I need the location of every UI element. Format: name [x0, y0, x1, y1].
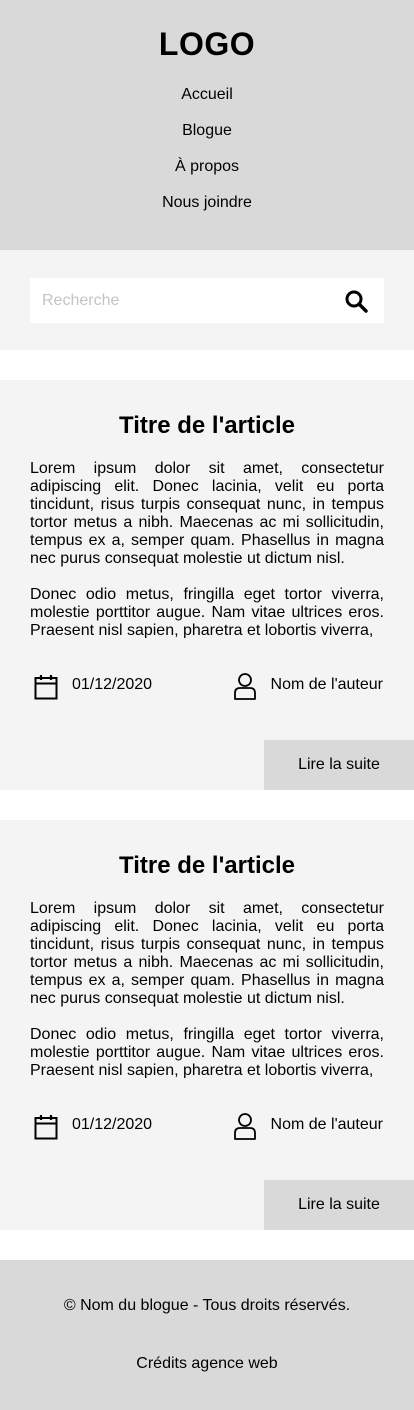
nav-item-nous-joindre[interactable]: Nous joindre: [0, 194, 414, 212]
article-author: Nom de l'auteur: [270, 676, 383, 693]
calendar-icon: [34, 675, 58, 700]
article-excerpt: Lorem ipsum dolor sit amet, consectetur …: [30, 460, 384, 638]
read-more-button[interactable]: Lire la suite: [264, 1180, 414, 1230]
read-more-button[interactable]: Lire la suite: [264, 740, 414, 790]
article-date: 01/12/2020: [72, 1116, 153, 1133]
site-footer: © Nom du blogue - Tous droits réservés. …: [0, 1260, 414, 1410]
site-header: LOGO Accueil Blogue À propos Nous joindr…: [0, 0, 414, 250]
search-section: [0, 250, 414, 350]
user-icon: [234, 1113, 256, 1140]
article-paragraph: Donec odio metus, fringilla eget tortor …: [30, 586, 384, 638]
search-box: [30, 278, 384, 323]
article-title[interactable]: Titre de l'article: [0, 412, 414, 440]
nav-item-accueil[interactable]: Accueil: [0, 86, 414, 104]
article-author: Nom de l'auteur: [270, 1116, 383, 1133]
logo[interactable]: LOGO: [0, 26, 414, 63]
article-paragraph: Donec odio metus, fringilla eget tortor …: [30, 1026, 384, 1078]
article-title[interactable]: Titre de l'article: [0, 852, 414, 880]
article-date: 01/12/2020: [72, 676, 153, 693]
nav-item-a-propos[interactable]: À propos: [0, 158, 414, 176]
user-icon: [234, 673, 256, 700]
search-icon[interactable]: [344, 289, 368, 313]
credits-link[interactable]: Crédits agence web: [0, 1355, 414, 1373]
article-card: Titre de l'article Lorem ipsum dolor sit…: [0, 380, 414, 790]
article-excerpt: Lorem ipsum dolor sit amet, consectetur …: [30, 900, 384, 1078]
article-paragraph: Lorem ipsum dolor sit amet, consectetur …: [30, 460, 384, 567]
nav-item-blogue[interactable]: Blogue: [0, 122, 414, 140]
article-paragraph: Lorem ipsum dolor sit amet, consectetur …: [30, 900, 384, 1007]
search-input[interactable]: [30, 278, 330, 323]
calendar-icon: [34, 1115, 58, 1140]
article-card: Titre de l'article Lorem ipsum dolor sit…: [0, 820, 414, 1230]
copyright-text: © Nom du blogue - Tous droits réservés.: [63, 1297, 351, 1314]
